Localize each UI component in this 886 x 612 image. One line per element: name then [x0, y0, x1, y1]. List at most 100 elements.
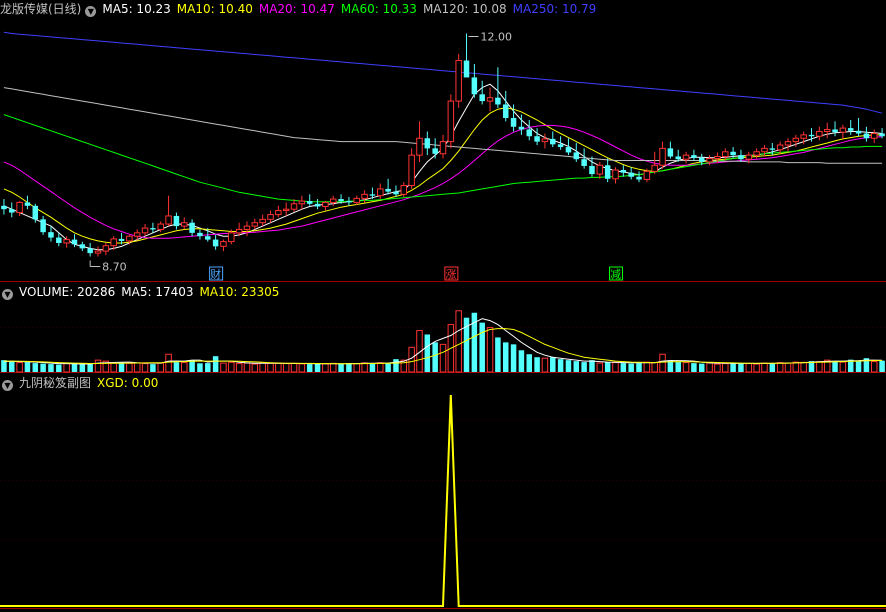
- volume-bar-up: [322, 363, 329, 373]
- volume-bar-up: [133, 362, 141, 373]
- volume-bar-down: [9, 361, 15, 372]
- volume-bar-down: [573, 361, 580, 372]
- candle-body-down: [628, 172, 634, 177]
- volume-bar-down: [314, 363, 321, 372]
- candle-body-down: [518, 126, 525, 130]
- candle-body-down: [863, 133, 870, 139]
- volume-bar-up: [329, 362, 337, 373]
- volume-bar-down: [636, 363, 642, 372]
- candle-body-up: [659, 147, 666, 166]
- low-label: 8.70: [102, 260, 127, 273]
- volume-bar-down: [589, 360, 595, 372]
- volume-bar-down: [306, 364, 313, 372]
- volume-bar-down: [424, 334, 431, 372]
- candle-body-down: [314, 203, 321, 207]
- volume-bar-down: [675, 362, 681, 372]
- candle-body-down: [463, 60, 470, 78]
- volume-bar-down: [205, 363, 211, 372]
- candle-body-down: [557, 144, 564, 148]
- volume-bar-up: [541, 357, 549, 373]
- candle-body-down: [808, 134, 815, 137]
- volume-bar-up: [282, 363, 290, 373]
- candle-body-up: [377, 188, 384, 197]
- volume-bar-down: [24, 362, 31, 372]
- candle-body-down: [604, 165, 611, 179]
- candle-body-up: [165, 215, 172, 225]
- price_legend-item: MA20: 10.47: [258, 2, 335, 16]
- volume-bar-up: [706, 362, 713, 373]
- volume-bar-down: [769, 363, 776, 372]
- candle-body-up: [714, 155, 721, 160]
- candle-body-down: [369, 194, 376, 196]
- candle-body-up: [282, 208, 290, 212]
- volume-bar-down: [628, 363, 634, 372]
- candle-body-up: [259, 218, 266, 224]
- candle-body-down: [32, 205, 39, 220]
- stock-title: 龙版传媒(日线): [0, 2, 82, 16]
- candle-body-down: [338, 199, 344, 202]
- candle-body-up: [133, 232, 141, 237]
- candle-body-down: [173, 215, 180, 227]
- candle-body-down: [71, 239, 78, 245]
- candle-body-up: [753, 151, 760, 156]
- candle-body-up: [361, 193, 368, 199]
- volume-bar-down: [879, 360, 885, 372]
- candle-body-down: [24, 202, 31, 206]
- candle-body-down: [526, 129, 532, 137]
- candle-body-down: [589, 165, 595, 175]
- candle-body-up: [110, 238, 117, 247]
- volume-bar-up: [94, 359, 102, 373]
- candle-body-up: [839, 127, 847, 133]
- volume-bar-up: [643, 361, 651, 373]
- ma-line-ma250: [3, 31, 883, 114]
- candle-body-up: [486, 97, 494, 102]
- candle-body-up: [243, 225, 251, 230]
- volume-bar-down: [550, 357, 556, 372]
- chevron-down-icon[interactable]: ▼: [85, 6, 97, 17]
- candle-body-down: [471, 77, 478, 95]
- volume-bar-down: [71, 363, 78, 372]
- volume-bar-up: [267, 362, 274, 373]
- candle-body-down: [346, 201, 352, 203]
- candle-body-up: [596, 164, 604, 175]
- volume_legend-item: MA5: 17403: [121, 285, 194, 299]
- volume-bar-up: [714, 363, 721, 373]
- chevron-down-icon[interactable]: ▼: [2, 380, 13, 391]
- stock-chart[interactable]: 12.00 8.70 财 涨 减: [0, 0, 886, 612]
- candle-body-up: [353, 197, 360, 203]
- candle-body-down: [675, 156, 681, 160]
- volume-bar-down: [432, 342, 438, 372]
- candle-body-up: [322, 201, 329, 207]
- volume-bar-down: [502, 342, 509, 372]
- volume-bar-up: [377, 362, 384, 373]
- candle-body-down: [730, 151, 736, 156]
- candle-body-down: [212, 239, 219, 247]
- candle-body-down: [479, 94, 485, 102]
- volume-bar-up: [251, 363, 259, 373]
- volume-bar-up: [800, 361, 807, 373]
- candle-body-up: [94, 250, 102, 254]
- volume-bar-up: [792, 361, 800, 373]
- price_legend-item: MA10: 10.40: [176, 2, 253, 16]
- candle-body-down: [832, 129, 838, 133]
- indicator-value: XGD: 0.00: [97, 376, 159, 390]
- candle-body-up: [784, 141, 792, 146]
- candle-body-down: [87, 248, 93, 254]
- candle-body-down: [432, 148, 438, 154]
- volume-bar-up: [275, 362, 282, 373]
- volume-bar-up: [816, 361, 823, 373]
- chevron-down-icon[interactable]: ▼: [2, 289, 13, 300]
- volume-bar-up: [220, 362, 227, 373]
- volume-bar-up: [722, 363, 729, 373]
- volume-bar-down: [620, 363, 627, 372]
- candle-body-down: [40, 219, 46, 233]
- candle-body-down: [495, 97, 501, 105]
- candle-body-down: [189, 222, 195, 233]
- volume-bar-down: [855, 361, 862, 372]
- candle-body-up: [102, 245, 110, 252]
- volume-bar-up: [612, 362, 619, 373]
- high-label: 12.00: [481, 31, 512, 44]
- volume-bar-down: [189, 360, 195, 372]
- candle-body-up: [761, 147, 768, 153]
- candle-body-up: [298, 200, 306, 205]
